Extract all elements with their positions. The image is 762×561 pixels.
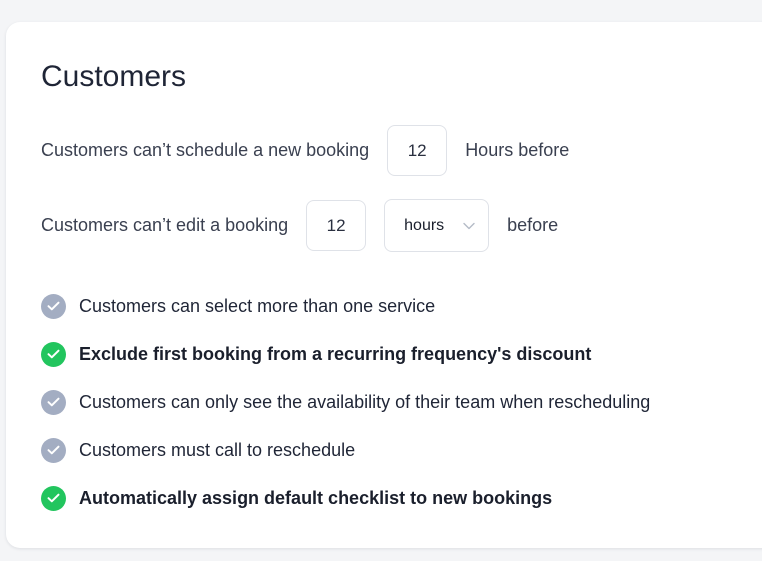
- edit-rule-prefix: Customers can’t edit a booking: [41, 215, 289, 235]
- option-label: Exclude first booking from a recurring f…: [79, 343, 592, 364]
- check-circle-icon[interactable]: [41, 293, 66, 319]
- check-circle-icon[interactable]: [41, 341, 66, 367]
- chevron-down-icon: [462, 219, 476, 233]
- option-item[interactable]: Exclude first booking from a recurring f…: [41, 341, 650, 367]
- schedule-rule-suffix: Hours before: [465, 140, 570, 160]
- check-circle-icon[interactable]: [41, 437, 66, 463]
- customers-settings-card: Customers Customers can’t schedule a new…: [6, 22, 762, 548]
- edit-rule-suffix: before: [507, 215, 559, 235]
- option-label: Automatically assign default checklist t…: [79, 487, 553, 508]
- option-item[interactable]: Customers can only see the availability …: [41, 389, 651, 415]
- edit-unit-value: hours: [404, 216, 445, 234]
- edit-amount-input[interactable]: 12: [306, 200, 367, 251]
- option-item[interactable]: Automatically assign default checklist t…: [41, 485, 650, 511]
- option-item[interactable]: Customers must call to reschedule: [41, 437, 650, 463]
- check-circle-icon[interactable]: [41, 389, 66, 415]
- schedule-rule-prefix: Customers can’t schedule a new booking: [41, 140, 370, 160]
- edit-rule-row: Customers can’t edit a booking 12 hours …: [41, 199, 558, 252]
- option-label: Customers can select more than one servi…: [79, 295, 436, 316]
- schedule-rule-row: Customers can’t schedule a new booking 1…: [41, 124, 569, 177]
- edit-unit-select[interactable]: hours: [384, 199, 490, 252]
- option-item[interactable]: Customers can select more than one servi…: [41, 293, 650, 319]
- section-title: Customers: [41, 60, 187, 93]
- options-list: Customers can select more than one servi…: [41, 293, 651, 534]
- schedule-hours-input[interactable]: 12: [387, 125, 448, 176]
- option-label: Customers must call to reschedule: [79, 439, 356, 460]
- option-label: Customers can only see the availability …: [79, 391, 651, 412]
- check-circle-icon[interactable]: [41, 485, 66, 511]
